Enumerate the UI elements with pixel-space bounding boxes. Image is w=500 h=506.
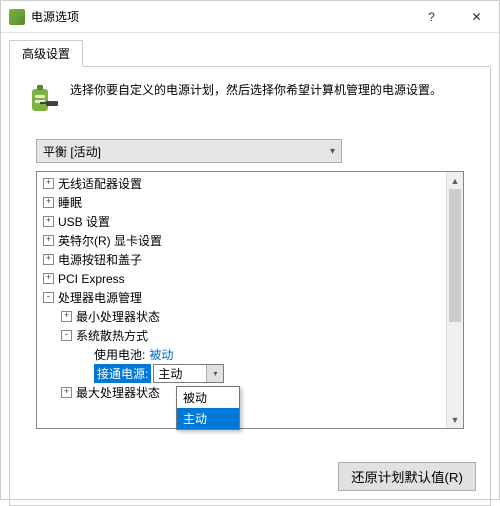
expand-icon[interactable]: + [43,235,54,246]
expand-icon[interactable]: + [43,216,54,227]
tree-item-label: 无线适配器设置 [58,175,142,192]
restore-defaults-button[interactable]: 还原计划默认值(R) [338,462,476,491]
tree-item[interactable]: + 睡眠 [37,193,446,212]
tree-item-label: PCI Express [58,272,125,286]
expand-icon[interactable]: + [43,254,54,265]
tab-panel: 选择你要自定义的电源计划，然后选择你希望计算机管理的电源设置。 平衡 [活动] … [9,66,491,506]
tab-advanced[interactable]: 高级设置 [9,40,83,67]
tree-item-label: 系统散热方式 [76,327,148,344]
settings-tree[interactable]: + 无线适配器设置 + 睡眠 + USB 设置 + 英特尔(R) 显卡设置 + 电源按钮和盖子 + P… [37,172,446,428]
combo-value: 主动 [154,365,206,382]
tree-item-value: 被动 [149,346,173,363]
battery-icon [24,81,60,117]
tree-item[interactable]: -系统散热方式 [37,326,446,345]
chevron-down-icon: ▾ [330,146,335,157]
cooling-policy-dropdown[interactable]: 被动主动 [176,386,240,430]
expand-icon[interactable]: + [43,178,54,189]
scroll-track[interactable] [447,189,463,411]
tree-item-label: USB 设置 [58,213,110,230]
tree-item-label: 接通电源: [94,364,151,383]
expand-icon[interactable]: + [43,273,54,284]
window: 电源选项 ? ✕ 高级设置 选择你要自定义的电源计划，然后选择你希望计算机管理的… [0,0,500,500]
tree-item[interactable]: 使用电池:被动 [37,345,446,364]
tree-item[interactable]: 接通电源:主动▾ [37,364,446,383]
scroll-thumb[interactable] [449,189,461,322]
tree-item-label: 最小处理器状态 [76,308,160,325]
tree-item[interactable]: + 电源按钮和盖子 [37,250,446,269]
dropdown-option[interactable]: 主动 [177,408,239,429]
tree-item[interactable]: + USB 设置 [37,212,446,231]
power-plan-selected: 平衡 [活动] [43,143,330,160]
panel-description: 选择你要自定义的电源计划，然后选择你希望计算机管理的电源设置。 [70,81,442,117]
panel-header: 选择你要自定义的电源计划，然后选择你希望计算机管理的电源设置。 [24,81,476,117]
tree-item[interactable]: + 英特尔(R) 显卡设置 [37,231,446,250]
collapse-icon[interactable]: - [61,330,72,341]
tree-item-label: 英特尔(R) 显卡设置 [58,232,162,249]
tree-item-label: 使用电池: [94,346,145,363]
tabs: 高级设置 [1,33,499,66]
power-plan-select[interactable]: 平衡 [活动] ▾ [36,139,342,163]
expand-icon[interactable]: + [43,197,54,208]
tree-item[interactable]: + 最小处理器状态 [37,307,446,326]
scroll-up-arrow[interactable]: ▲ [447,172,463,189]
tree-item-label: 电源按钮和盖子 [58,251,142,268]
tree-item[interactable]: + PCI Express [37,269,446,288]
tree-item[interactable]: + 最大处理器状态 [37,383,446,402]
close-button[interactable]: ✕ [454,1,499,33]
expand-icon[interactable]: + [61,311,72,322]
scroll-down-arrow[interactable]: ▼ [447,411,463,428]
titlebar: 电源选项 ? ✕ [1,1,499,33]
tree-item-label: 睡眠 [58,194,82,211]
window-title: 电源选项 [31,8,409,25]
power-plan-icon [9,9,25,25]
tree-item-label: 处理器电源管理 [58,289,142,306]
tree-item[interactable]: + 无线适配器设置 [37,174,446,193]
tree-item[interactable]: -处理器电源管理 [37,288,446,307]
collapse-icon[interactable]: - [43,292,54,303]
help-button[interactable]: ? [409,1,454,33]
tree-item-label: 最大处理器状态 [76,384,160,401]
dropdown-option[interactable]: 被动 [177,387,239,408]
expand-icon[interactable]: + [61,387,72,398]
settings-tree-container: + 无线适配器设置 + 睡眠 + USB 设置 + 英特尔(R) 显卡设置 + 电源按钮和盖子 + P… [36,171,464,429]
chevron-down-icon[interactable]: ▾ [206,365,223,382]
vertical-scrollbar[interactable]: ▲ ▼ [446,172,463,428]
cooling-policy-combo[interactable]: 主动▾ [153,364,224,383]
